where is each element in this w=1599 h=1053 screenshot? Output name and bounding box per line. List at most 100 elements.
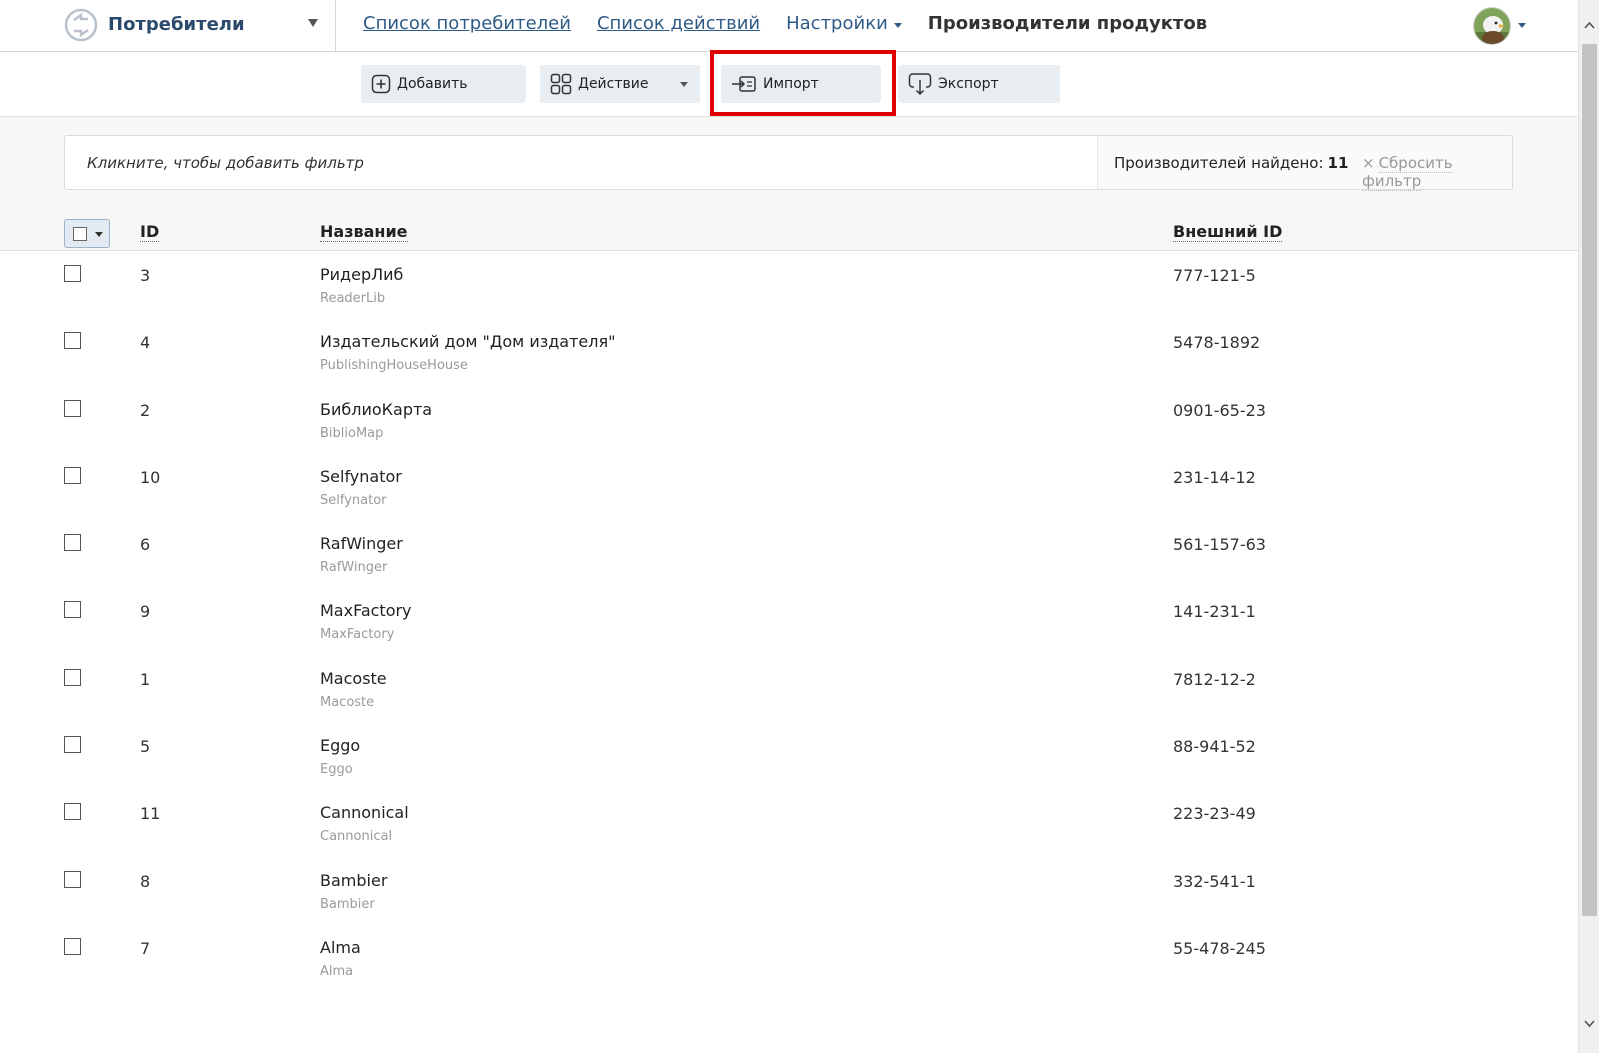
- row-external-id: 561-157-63: [1173, 535, 1266, 555]
- row-checkbox[interactable]: [64, 332, 81, 350]
- table-header: ID Название Внешний ID: [0, 214, 1578, 250]
- table-row: 11 Cannonical Cannonical 223-23-49: [0, 789, 1578, 856]
- found-count: 11: [1327, 154, 1349, 172]
- row-external-id: 231-14-12: [1173, 467, 1256, 487]
- row-checkbox[interactable]: [64, 466, 81, 484]
- row-name[interactable]: Издательский дом "Дом издателя": [320, 332, 615, 351]
- row-name[interactable]: Eggo: [320, 736, 360, 755]
- row-alias: Macoste: [320, 694, 375, 710]
- row-external-id: 7812-12-2: [1173, 669, 1256, 689]
- top-bar: Потребители Список потребителей Список д…: [0, 0, 1578, 52]
- add-filter-prompt[interactable]: Кликните, чтобы добавить фильтр: [87, 154, 364, 172]
- table-row: 4 Издательский дом "Дом издателя" Publis…: [0, 318, 1578, 385]
- row-checkbox[interactable]: [64, 803, 81, 821]
- nav-settings[interactable]: Настройки: [786, 13, 902, 34]
- main-nav: Список потребителей Список действий Наст…: [363, 13, 1207, 34]
- scroll-down-arrow-icon[interactable]: [1584, 1018, 1595, 1029]
- row-external-id: 777-121-5: [1173, 266, 1256, 285]
- nav-settings-label: Настройки: [786, 13, 888, 34]
- nav-actions-list[interactable]: Список действий: [597, 13, 760, 34]
- select-all-dropdown[interactable]: [64, 219, 110, 248]
- export-button[interactable]: Экспорт: [898, 65, 1060, 103]
- refresh-arrows-icon: [64, 8, 98, 42]
- row-name[interactable]: Macoste: [320, 669, 387, 688]
- row-alias: Eggo: [320, 762, 353, 778]
- vertical-scrollbar[interactable]: [1578, 0, 1599, 1053]
- row-id: 10: [140, 467, 161, 487]
- row-checkbox[interactable]: [64, 668, 81, 686]
- filter-box: Кликните, чтобы добавить фильтр Производ…: [64, 135, 1513, 191]
- select-all-checkbox[interactable]: [73, 227, 87, 241]
- row-alias: RafWinger: [320, 560, 388, 576]
- caret-down-icon: [893, 22, 902, 28]
- row-checkbox[interactable]: [64, 736, 81, 754]
- table-row: 6 RafWinger RafWinger 561-157-63: [0, 520, 1578, 587]
- scroll-up-arrow-icon[interactable]: [1584, 20, 1595, 31]
- avatar[interactable]: [1473, 7, 1511, 45]
- row-id: 7: [140, 938, 151, 958]
- grid-icon: [550, 73, 572, 95]
- import-icon: [732, 76, 756, 92]
- row-name[interactable]: Alma: [320, 938, 361, 957]
- scrollbar-thumb[interactable]: [1582, 44, 1597, 916]
- table-row: 1 Macoste Macoste 7812-12-2: [0, 655, 1578, 722]
- row-id: 3: [140, 266, 151, 285]
- nav-current-page: Производители продуктов: [927, 13, 1208, 34]
- found-counter: Производителей найдено: 11: [1114, 154, 1348, 172]
- column-header-name[interactable]: Название: [320, 223, 408, 242]
- row-checkbox[interactable]: [64, 534, 81, 552]
- table-row: 2 БиблиоКарта BiblioMap 0901-65-23: [0, 386, 1578, 453]
- nav-consumers-list[interactable]: Список потребителей: [363, 13, 571, 34]
- add-button[interactable]: Добавить: [361, 65, 526, 103]
- reset-filter-label: Сбросить фильтр: [1362, 154, 1453, 191]
- plus-square-icon: [371, 74, 391, 94]
- row-checkbox[interactable]: [64, 265, 81, 282]
- row-checkbox[interactable]: [64, 937, 81, 955]
- export-button-label: Экспорт: [938, 76, 999, 92]
- row-id: 4: [140, 333, 151, 353]
- row-alias: Bambier: [320, 896, 375, 912]
- row-checkbox[interactable]: [64, 870, 81, 888]
- row-name[interactable]: БиблиоКарта: [320, 400, 432, 419]
- row-external-id: 55-478-245: [1173, 938, 1266, 958]
- app-switcher[interactable]: Потребители: [0, 0, 336, 52]
- avatar-menu-caret-icon[interactable]: [1518, 23, 1526, 28]
- column-header-id[interactable]: ID: [140, 223, 160, 242]
- row-external-id: 88-941-52: [1173, 737, 1256, 757]
- row-id: 11: [140, 804, 161, 824]
- row-name[interactable]: РидерЛиб: [320, 265, 403, 284]
- row-alias: BiblioMap: [320, 425, 384, 441]
- filter-summary: Производителей найдено: 11 × Сбросить филь…: [1097, 136, 1512, 191]
- chevron-down-icon: [680, 82, 688, 87]
- table-row: 7 Alma Alma 55-478-245: [0, 924, 1578, 991]
- row-alias: Cannonical: [320, 829, 393, 845]
- row-external-id: 0901-65-23: [1173, 400, 1266, 420]
- row-name[interactable]: RafWinger: [320, 534, 403, 553]
- row-checkbox[interactable]: [64, 601, 81, 619]
- table-row: 10 Selfynator Selfynator 231-14-12: [0, 453, 1578, 520]
- column-header-external-id[interactable]: Внешний ID: [1173, 223, 1283, 242]
- import-button[interactable]: Импорт: [721, 65, 881, 103]
- row-external-id: 223-23-49: [1173, 804, 1256, 824]
- row-id: 6: [140, 535, 151, 555]
- row-name[interactable]: Cannonical: [320, 803, 409, 822]
- action-button[interactable]: Действие: [540, 65, 700, 103]
- row-external-id: 5478-1892: [1173, 333, 1261, 353]
- chevron-down-icon: [308, 19, 318, 27]
- chevron-down-icon: [95, 232, 103, 237]
- table-row: 5 Eggo Eggo 88-941-52: [0, 722, 1578, 789]
- row-alias: Selfynator: [320, 492, 387, 508]
- row-checkbox[interactable]: [64, 399, 81, 417]
- row-name[interactable]: Selfynator: [320, 467, 402, 486]
- table-row: 3 РидерЛиб ReaderLib 777-121-5: [0, 251, 1578, 318]
- row-external-id: 332-541-1: [1173, 871, 1256, 891]
- add-button-label: Добавить: [397, 76, 468, 92]
- row-name[interactable]: Bambier: [320, 871, 387, 890]
- row-name[interactable]: MaxFactory: [320, 601, 412, 620]
- row-id: 1: [140, 669, 151, 689]
- row-id: 8: [140, 871, 151, 891]
- import-button-label: Импорт: [763, 76, 819, 92]
- row-alias: MaxFactory: [320, 627, 395, 643]
- row-id: 9: [140, 602, 151, 622]
- reset-filter-link[interactable]: × Сбросить фильтр: [1362, 154, 1512, 191]
